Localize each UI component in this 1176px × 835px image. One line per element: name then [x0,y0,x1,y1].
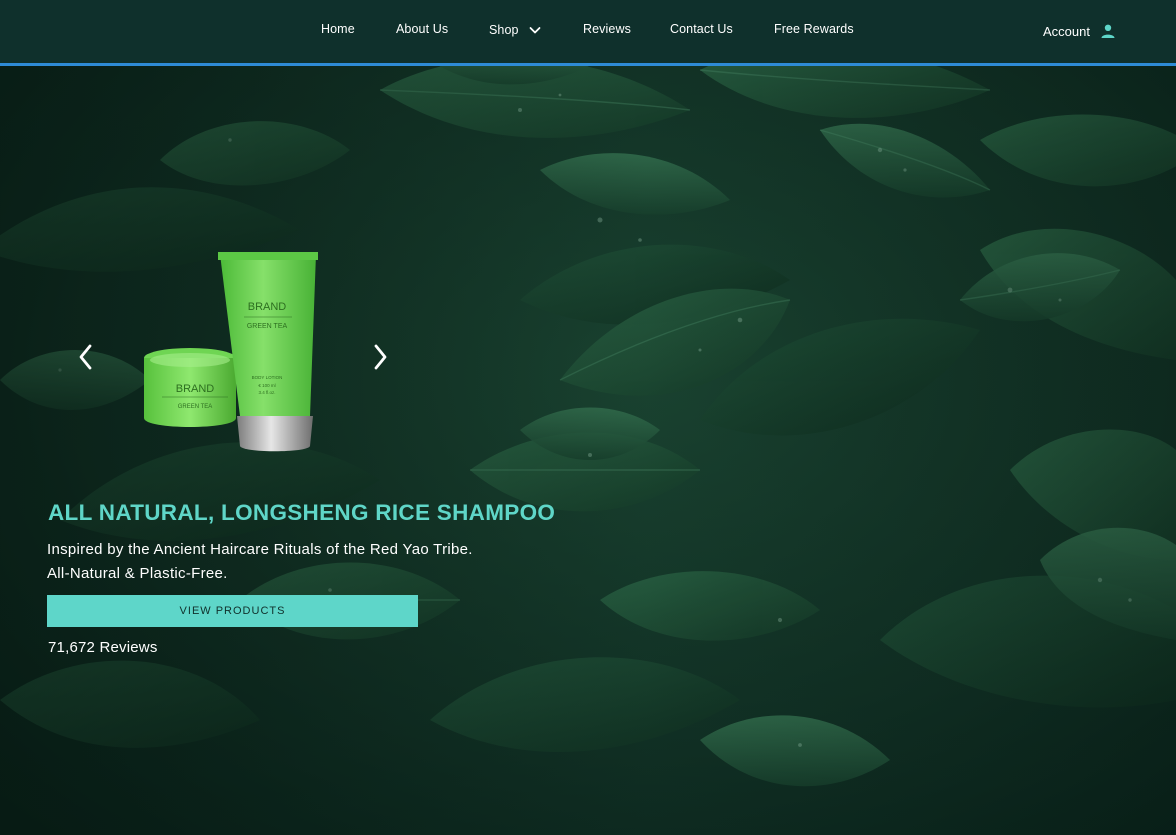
hero-subtitle-line-1: Inspired by the Ancient Haircare Rituals… [47,541,473,558]
nav-link-about-us[interactable]: About Us [396,22,448,36]
carousel-next-button[interactable] [368,342,392,372]
hero-title: ALL NATURAL, LONGSHENG RICE SHAMPOO [48,500,556,525]
chevron-left-icon [79,344,92,370]
carousel-prev-button[interactable] [74,342,98,372]
chevron-right-icon [374,344,387,370]
user-icon [1101,24,1115,38]
tube-brand-text: BRAND [248,301,287,313]
site-header: Home About Us Shop Reviews Contact Us Fr… [0,0,1176,66]
review-count[interactable]: 71,672 Reviews [48,639,158,656]
product-image: BRAND GREEN TEA BRAND GREEN TEA BODY LOT… [144,252,318,452]
tube-type-text: BODY LOTION [252,375,283,380]
tube-volume-text: € 100 ml [258,383,275,388]
nav-link-free-rewards[interactable]: Free Rewards [774,22,854,36]
jar-brand-text: BRAND [176,383,215,395]
nav-link-reviews[interactable]: Reviews [583,22,631,36]
tube-line-text: GREEN TEA [247,323,288,330]
nav-link-home[interactable]: Home [321,22,355,36]
tube-volume-oz-text: 3.4 fl.oz. [258,390,275,395]
account-button[interactable]: Account [1043,23,1116,39]
main-nav: Home About Us Shop Reviews Contact Us Fr… [0,0,1176,63]
nav-link-contact-us[interactable]: Contact Us [670,22,733,36]
hero-subtitle-line-2: All-Natural & Plastic-Free. [47,565,228,582]
view-products-button[interactable]: VIEW PRODUCTS [47,595,418,627]
jar-line-text: GREEN TEA [178,404,213,410]
chevron-down-icon [529,27,540,34]
account-label: Account [1043,23,1090,39]
nav-link-shop[interactable]: Shop [489,23,542,37]
nav-link-shop-label: Shop [489,23,519,37]
